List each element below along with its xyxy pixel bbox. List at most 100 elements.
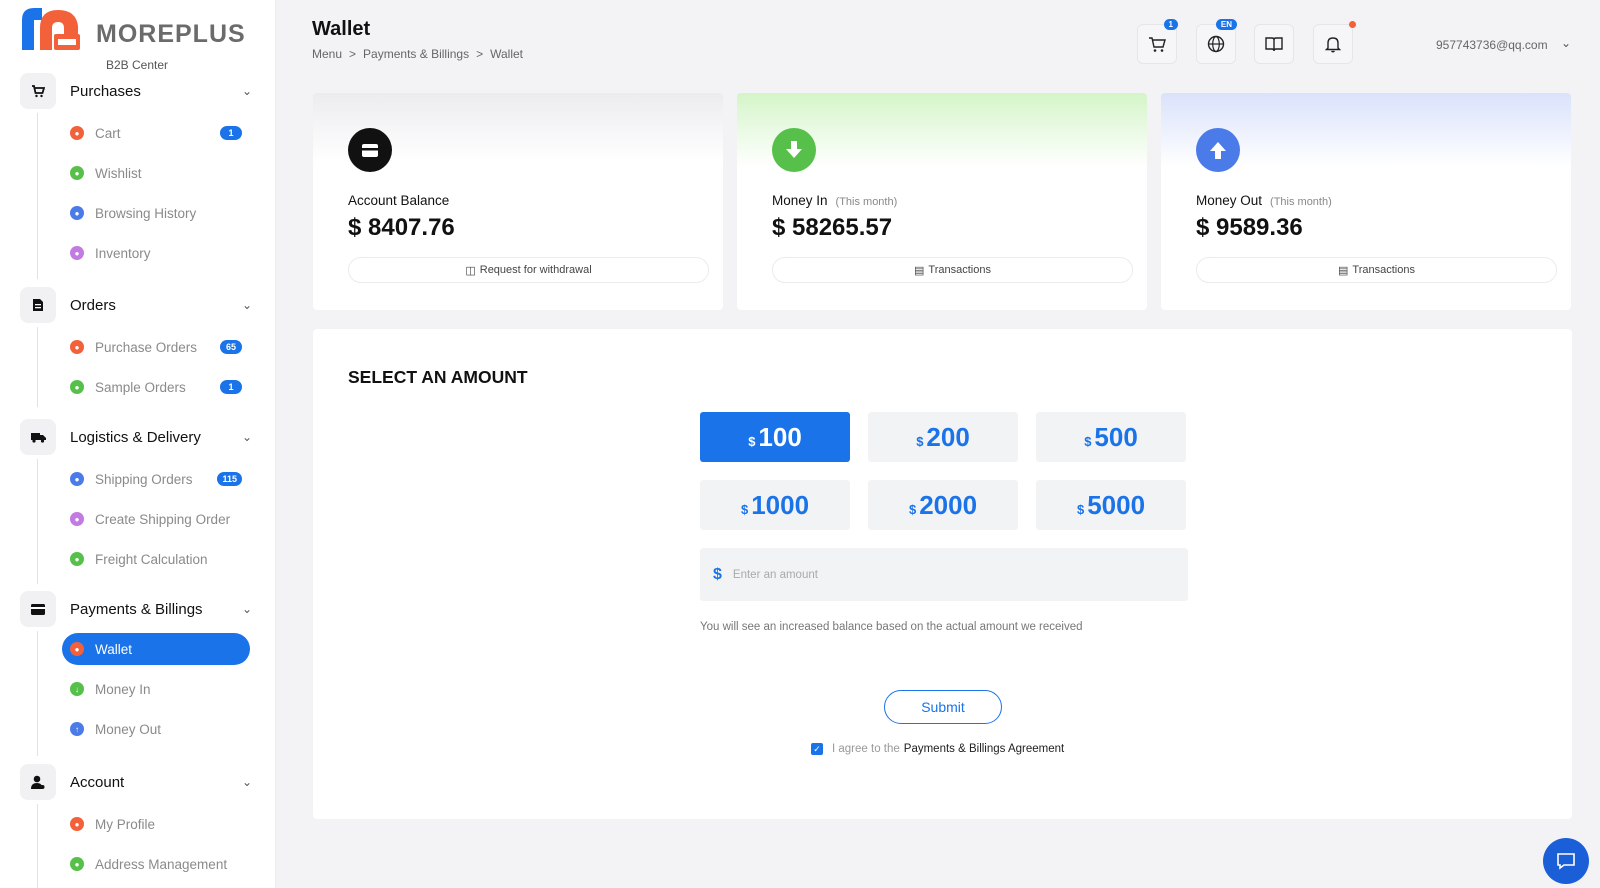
sidebar-group-purchases[interactable]: Purchases ⌄ [20,73,256,109]
select-amount-panel: SELECT AN AMOUNT $100 $200 $500 $1000 $2… [313,329,1572,819]
sidebar-group-payments[interactable]: Payments & Billings ⌄ [20,591,256,627]
sidebar-item-address-management[interactable]: ● Address Management [62,848,250,880]
count-badge: 1 [220,380,242,394]
money-in-value: $ 58265.57 [772,214,893,241]
truck-icon [20,419,56,455]
group-label: Orders [70,296,116,314]
sidebar-item-my-profile[interactable]: ● My Profile [62,808,250,840]
heart-icon: ● [70,166,84,180]
sidebar-item-label: Browsing History [95,205,197,221]
chevron-down-icon: ⌄ [241,602,252,616]
card-label: Money Out (This month) [1196,193,1332,208]
cart-button[interactable]: 1 [1137,19,1178,64]
sidebar-item-inventory[interactable]: ● Inventory [62,237,250,269]
brand-logo[interactable]: MOREPLUS B2B Center [20,6,260,74]
breadcrumb-payments[interactable]: Payments & Billings [363,47,469,61]
chat-button[interactable] [1543,838,1589,884]
breadcrumb-menu[interactable]: Menu [312,47,342,61]
divider [37,631,38,756]
sidebar-item-sample-orders[interactable]: ● Sample Orders 1 [62,371,250,403]
box-icon: ● [70,246,84,260]
moreplus-logo-icon [22,8,80,50]
sidebar-item-label: Wishlist [95,165,142,181]
shipping-icon: ● [70,472,84,486]
agree-checkbox[interactable]: ✓ [811,743,823,755]
list-icon: ▤ [1338,264,1349,277]
amount-value: 200 [926,421,970,452]
sidebar-item-label: Address Management [95,856,228,872]
cart-icon: ● [70,126,84,140]
language-badge: EN [1215,19,1237,30]
money-out-label: Money Out [1196,193,1263,208]
money-out-card: Money Out (This month) $ 9589.36 ▤ Transa… [1161,93,1571,310]
divider [37,113,38,279]
currency-symbol: $ [1076,501,1085,517]
globe-icon [1207,35,1225,53]
amount-value: 2000 [919,489,978,520]
amount-input[interactable] [732,568,1153,581]
guide-button[interactable] [1254,24,1294,64]
sidebar-item-label: Wallet [95,641,133,657]
group-label: Payments & Billings [70,600,203,618]
count-badge: 1 [220,126,242,140]
money-in-transactions-button[interactable]: ▤ Transactions [772,257,1133,283]
button-label: Transactions [1352,264,1415,276]
arrow-down-icon: ↓ [70,682,84,696]
currency-symbol: $ [908,501,917,517]
sidebar-item-label: Money In [95,681,151,697]
sidebar-item-wishlist[interactable]: ● Wishlist [62,157,250,189]
currency-symbol: $ [916,433,924,449]
page-title: Wallet [312,18,371,40]
currency-symbol: $ [1084,433,1092,449]
agreement-link[interactable]: Payments & Billings Agreement [904,743,1064,755]
notifications-button[interactable] [1313,21,1356,64]
sidebar-group-logistics[interactable]: Logistics & Delivery ⌄ [20,419,256,455]
sidebar-group-orders[interactable]: Orders ⌄ [20,287,256,323]
group-label: Logistics & Delivery [70,428,201,446]
money-out-transactions-button[interactable]: ▤ Transactions [1196,257,1557,283]
money-in-card: Money In (This month) $ 58265.57 ▤ Transa… [737,93,1147,310]
amount-option-200[interactable]: $200 [868,412,1018,462]
sidebar-item-browsing-history[interactable]: ● Browsing History [62,197,250,229]
submit-button[interactable]: Submit [884,690,1002,724]
balance-note: You will see an increased balance based … [700,621,1083,633]
button-label: Request for withdrawal [479,264,592,276]
language-button[interactable]: EN [1196,19,1237,64]
sidebar-item-shipping-orders[interactable]: ● Shipping Orders 115 [62,463,250,495]
amount-value: 100 [758,421,802,452]
breadcrumb-separator: > [349,47,357,61]
sidebar-item-money-in[interactable]: ↓ Money In [62,673,250,705]
chevron-down-icon: ⌄ [241,298,252,312]
card-icon [20,591,56,627]
period-label: (This month) [835,196,898,208]
sidebar-group-account[interactable]: Account ⌄ [20,764,256,800]
card-label: Money In (This month) [772,193,897,208]
amount-option-100[interactable]: $100 [700,412,850,462]
location-icon: ● [70,857,84,871]
amount-value: 5000 [1087,489,1146,520]
request-withdrawal-button[interactable]: ◫ Request for withdrawal [348,257,709,283]
amount-option-2000[interactable]: $2000 [868,480,1018,530]
sidebar-item-money-out[interactable]: ↑ Money Out [62,713,250,745]
sidebar-item-label: Cart [95,125,121,141]
sidebar-item-wallet[interactable]: ● Wallet [62,633,250,665]
sidebar-item-label: Shipping Orders [95,471,193,487]
account-balance-card: Account Balance $ 8407.76 ◫ Request for … [313,93,723,310]
sidebar-item-label: Money Out [95,721,162,737]
amount-option-500[interactable]: $500 [1036,412,1186,462]
user-email[interactable]: 957743736@qq.com [1436,38,1548,52]
amount-option-1000[interactable]: $1000 [700,480,850,530]
sidebar-item-label: Create Shipping Order [95,511,231,527]
sidebar-item-cart[interactable]: ● Cart 1 [62,117,250,149]
sidebar-item-freight-calculation[interactable]: ● Freight Calculation [62,543,250,575]
book-icon [1265,37,1283,52]
sidebar-item-create-shipping-order[interactable]: ● Create Shipping Order [62,503,250,535]
chevron-down-icon[interactable]: ⌄ [1561,36,1571,50]
chevron-down-icon: ⌄ [241,84,252,98]
breadcrumb: Menu > Payments & Billings > Wallet [312,47,523,61]
calculator-icon: ● [70,552,84,566]
cart-icon [1149,36,1166,52]
wallet-icon [348,128,392,172]
sidebar-item-purchase-orders[interactable]: ● Purchase Orders 65 [62,331,250,363]
amount-option-5000[interactable]: $5000 [1036,480,1186,530]
